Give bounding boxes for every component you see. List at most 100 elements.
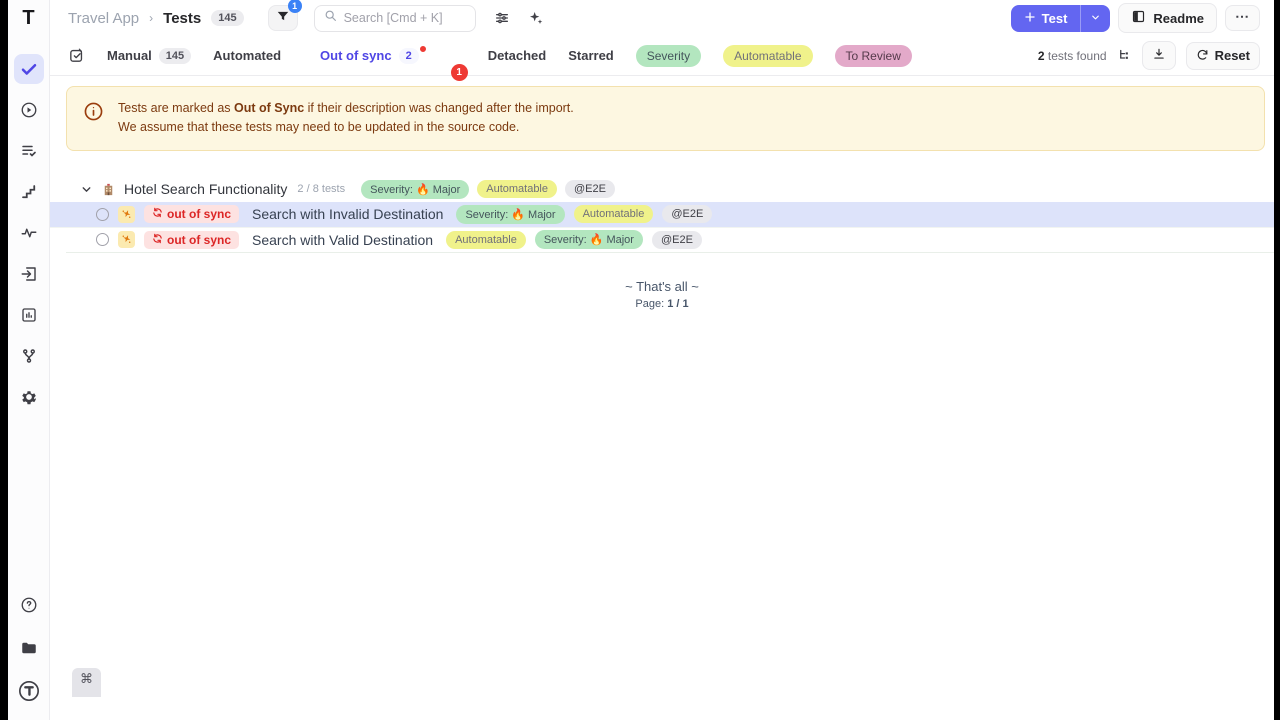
tests-total-badge: 145: [211, 10, 243, 26]
banner-line-2: We assume that these tests may need to b…: [118, 118, 574, 137]
out-of-sync-badge: out of sync: [144, 231, 239, 249]
suite-title[interactable]: Hotel Search Functionality: [124, 181, 287, 197]
suite-row[interactable]: Hotel Search Functionality 2 / 8 tests S…: [50, 177, 1274, 202]
sidebar-item-docs[interactable]: [14, 633, 44, 663]
suite-badge-severity: Severity: 🔥 Major: [361, 180, 469, 199]
suite-badge-automatable: Automatable: [477, 180, 557, 198]
sidebar-item-runs[interactable]: [14, 95, 44, 125]
banner-line-1: Tests are marked as Out of Sync if their…: [118, 99, 574, 118]
results-count-label: tests found: [1048, 49, 1107, 63]
new-test-label: Test: [1042, 11, 1068, 26]
out-of-sync-label: out of sync: [167, 233, 231, 247]
annotation-number-badge: 1: [451, 64, 468, 81]
tab-out-of-sync-count: 2: [399, 48, 419, 64]
list-check-icon: [20, 142, 38, 160]
test-badge: @E2E: [662, 205, 712, 223]
bulk-select-icon[interactable]: [68, 47, 85, 64]
sidebar-item-brand[interactable]: [14, 676, 44, 706]
results-count: 2 tests found: [1038, 49, 1107, 63]
annotation-rectangle: [420, 46, 426, 52]
search-box[interactable]: [314, 5, 476, 32]
ai-sparkles-button[interactable]: [528, 10, 544, 26]
test-badge: @E2E: [652, 231, 702, 249]
tab-automated[interactable]: Automated: [213, 48, 281, 63]
breadcrumb-app[interactable]: Travel App: [68, 10, 139, 27]
test-row[interactable]: out of sync Search with Invalid Destinat…: [50, 202, 1274, 227]
reset-button[interactable]: Reset: [1186, 42, 1260, 70]
funnel-icon: [276, 9, 290, 28]
tab-detached[interactable]: Detached: [488, 48, 547, 63]
view-settings-button[interactable]: [494, 10, 510, 26]
hotel-icon: [101, 182, 116, 197]
breadcrumb-page: Tests: [163, 10, 201, 27]
filter-pill-to-review[interactable]: To Review: [835, 45, 912, 67]
filter-button[interactable]: 1: [268, 5, 298, 31]
pulse-icon: [20, 224, 38, 242]
tab-out-of-sync[interactable]: Out of sync 2 1: [303, 42, 466, 69]
tab-manual[interactable]: Manual 145: [107, 48, 191, 64]
readme-button[interactable]: Readme: [1118, 3, 1217, 33]
page-label: Page:: [635, 298, 667, 310]
info-icon: [83, 101, 104, 127]
header-bar: Travel App › Tests 145 1: [50, 0, 1274, 36]
filter-pill-severity[interactable]: Severity: [636, 45, 701, 67]
sidebar-item-help[interactable]: [14, 590, 44, 620]
test-list: Hotel Search Functionality 2 / 8 tests S…: [50, 177, 1274, 253]
banner-text: Tests are marked as Out of Sync if their…: [118, 99, 574, 138]
tab-starred[interactable]: Starred: [568, 48, 614, 63]
sidebar-item-settings[interactable]: [14, 382, 44, 412]
test-title[interactable]: Search with Invalid Destination: [252, 206, 443, 222]
tab-manual-count: 145: [159, 48, 191, 64]
readme-label: Readme: [1153, 11, 1204, 26]
filter-count-badge: 1: [288, 0, 302, 13]
search-input[interactable]: [344, 11, 466, 25]
screen: T: [0, 0, 1280, 720]
select-radio[interactable]: [96, 233, 109, 246]
sidebar-item-reports[interactable]: [14, 300, 44, 330]
test-title[interactable]: Search with Valid Destination: [252, 232, 433, 248]
search-icon: [324, 9, 337, 27]
reset-label: Reset: [1215, 48, 1250, 63]
pagination: Page: 1 / 1: [50, 298, 1274, 310]
sidebar-item-tests[interactable]: [14, 54, 44, 84]
main-area: Travel App › Tests 145 1: [50, 0, 1274, 720]
list-divider: [66, 252, 1274, 253]
sync-warning-icon: [118, 231, 135, 248]
download-icon: [1152, 47, 1166, 64]
tree-view-icon[interactable]: [1117, 48, 1132, 63]
stairs-icon: [20, 183, 38, 201]
new-test-split-button[interactable]: Test: [1011, 5, 1111, 32]
tab-manual-label: Manual: [107, 48, 152, 63]
check-icon: [20, 60, 38, 78]
out-of-sync-info-banner: Tests are marked as Out of Sync if their…: [66, 86, 1265, 151]
breadcrumb-separator: ›: [149, 11, 153, 25]
chevron-down-icon[interactable]: [80, 183, 93, 196]
new-test-dropdown[interactable]: [1080, 5, 1110, 32]
download-button[interactable]: [1142, 41, 1176, 70]
suite-badge-tag: @E2E: [565, 180, 615, 198]
tab-out-of-sync-label: Out of sync: [320, 48, 392, 63]
filter-pill-automatable[interactable]: Automatable: [723, 45, 812, 67]
test-badge: Automatable: [574, 205, 654, 223]
page-value: 1 / 1: [667, 298, 688, 310]
play-circle-icon: [20, 101, 38, 119]
sidebar-item-steps[interactable]: [14, 177, 44, 207]
test-badge: Severity: 🔥 Major: [456, 205, 564, 224]
chevron-down-icon: [1090, 11, 1101, 26]
command-key-hint[interactable]: ⌘: [72, 668, 101, 697]
sidebar-item-import[interactable]: [14, 259, 44, 289]
select-radio[interactable]: [96, 208, 109, 221]
app-window: T: [8, 0, 1274, 720]
test-row[interactable]: out of sync Search with Valid Destinatio…: [50, 227, 1274, 252]
sync-warning-icon: [118, 206, 135, 223]
sidebar-item-plans[interactable]: [14, 136, 44, 166]
more-menu-button[interactable]: ⋯: [1225, 5, 1260, 31]
sidebar-item-branches[interactable]: [14, 341, 44, 371]
test-badge: Automatable: [446, 231, 526, 249]
suite-test-count: 2 / 8 tests: [297, 183, 345, 195]
import-icon: [20, 265, 38, 283]
folder-icon: [20, 639, 38, 657]
sync-icon: [152, 233, 163, 247]
sidebar-item-analytics[interactable]: [14, 218, 44, 248]
out-of-sync-label: out of sync: [167, 207, 231, 221]
